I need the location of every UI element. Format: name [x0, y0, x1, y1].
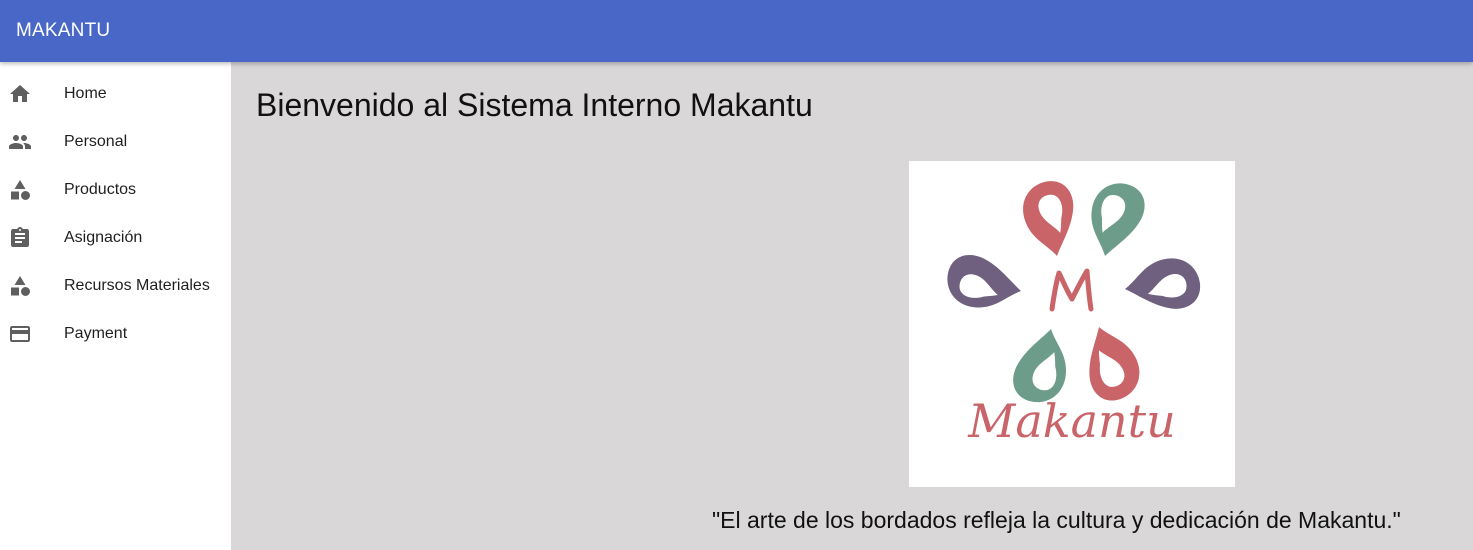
logo-letter-m [1049, 268, 1094, 312]
logo-wordmark: Makantu [967, 394, 1176, 448]
credit-card-icon [8, 322, 32, 346]
logo-petal [1121, 254, 1204, 316]
assignment-icon [8, 226, 32, 250]
app-title: MAKANTU [16, 20, 111, 41]
category-icon [8, 274, 32, 298]
sidebar: Home Personal Productos Asignación Recur… [0, 62, 231, 550]
sidebar-item-personal[interactable]: Personal [0, 118, 231, 166]
sidebar-item-label: Payment [64, 325, 128, 342]
sidebar-item-asignacion[interactable]: Asignación [0, 214, 231, 262]
sidebar-item-payment[interactable]: Payment [0, 310, 231, 358]
logo-petal [942, 251, 1026, 315]
sidebar-item-home[interactable]: Home [0, 70, 231, 118]
sidebar-item-label: Home [64, 85, 107, 102]
logo-petal [1017, 177, 1084, 262]
app-bar: MAKANTU [0, 0, 1473, 62]
home-icon [8, 82, 32, 106]
sidebar-item-productos[interactable]: Productos [0, 166, 231, 214]
logo-petal [1081, 177, 1150, 263]
main-content: Bienvenido al Sistema Interno Makantu Ma… [231, 62, 1473, 550]
people-icon [8, 130, 32, 154]
sidebar-item-label: Productos [64, 181, 137, 198]
makantu-logo: Makantu [909, 161, 1235, 487]
sidebar-item-recursos-materiales[interactable]: Recursos Materiales [0, 262, 231, 310]
sidebar-item-label: Recursos Materiales [64, 277, 210, 294]
sidebar-item-label: Personal [64, 133, 128, 150]
category-icon [8, 178, 32, 202]
page-title: Bienvenido al Sistema Interno Makantu [256, 87, 813, 123]
tagline: "El arte de los bordados refleja la cult… [712, 507, 1401, 533]
sidebar-item-label: Asignación [64, 229, 143, 246]
